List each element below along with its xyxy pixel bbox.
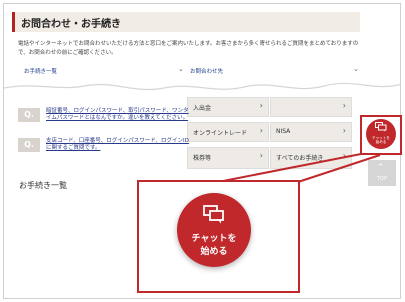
chevron-down-icon: ⌄: [353, 65, 359, 73]
faq-link[interactable]: 支店コード、口座番号、ログインパスワード、ログインIDに関するご質問です。: [46, 138, 189, 151]
chat-label-line1: チャットを: [191, 234, 237, 244]
page-title: お問合わせ・お手続き: [21, 19, 121, 30]
grid-item-stock[interactable]: 株券等 ›: [187, 147, 269, 169]
faq-link[interactable]: 暗証番号、ログインパスワード、取引パスワード、ワンタイムパスワードとはなんですか…: [46, 108, 189, 121]
procedures-section-title: お手続き一覧: [19, 181, 67, 190]
chat-bubble-icon: [203, 205, 224, 224]
chat-label-line2: 始める: [200, 247, 228, 257]
chat-button-small[interactable]: チャットを 始める: [360, 115, 402, 155]
grid-item-online-trade[interactable]: オンライントレード ›: [187, 122, 269, 142]
chat-circle: チャットを 始める: [366, 119, 396, 149]
grid-item-deposit[interactable]: 入出金 ›: [187, 97, 269, 117]
grid-item-top-right[interactable]: ›: [270, 97, 352, 117]
question-badge: Q.: [18, 138, 40, 152]
grid-item-nisa[interactable]: NISA ›: [270, 122, 352, 142]
zoom-callout: チャットを 始める: [137, 180, 300, 293]
chevron-right-icon: ›: [259, 101, 263, 110]
chevron-down-icon: ⌄: [178, 65, 184, 73]
chat-bubble-icon: [375, 122, 387, 132]
chevron-right-icon: ›: [342, 126, 346, 135]
chevron-right-icon: ›: [259, 151, 263, 160]
question-badge: Q.: [18, 108, 40, 122]
intro-text: 電話やインターネットでお問合わせいただける方法と窓口をご案内いたします。お客さま…: [18, 41, 359, 56]
back-to-top-button[interactable]: ⌃ TOP: [368, 160, 396, 186]
chat-button-large[interactable]: チャットを 始める: [177, 193, 251, 267]
grid-item-all-procedures[interactable]: すべてのお手続き ›: [270, 147, 352, 169]
chevron-right-icon: ›: [342, 101, 346, 110]
chevron-up-icon: ⌃: [377, 163, 385, 173]
chevron-right-icon: ›: [342, 151, 346, 160]
page-header: お問合わせ・お手続き: [12, 12, 360, 32]
chevron-right-icon: ›: [259, 126, 263, 135]
